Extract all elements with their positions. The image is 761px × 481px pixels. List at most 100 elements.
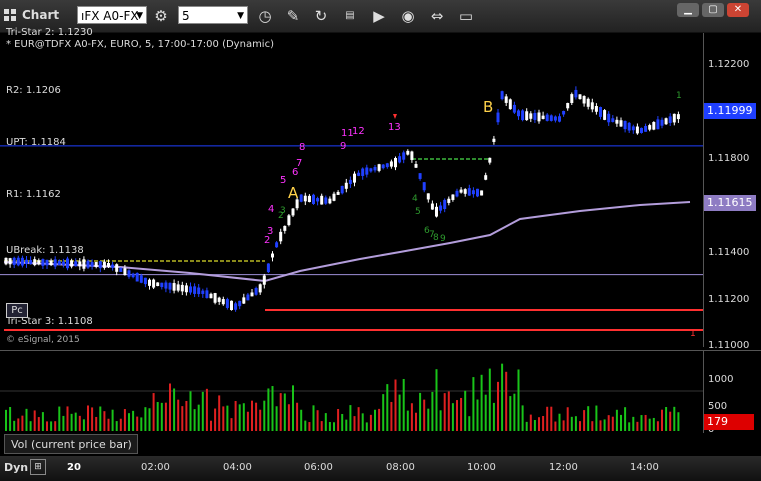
volume-bar [574,416,577,431]
volume-bar [492,402,495,431]
candle-body [635,126,639,134]
volume-bar [628,422,631,431]
volume-chart[interactable] [0,351,703,433]
volume-bar [525,421,528,431]
tag-icon[interactable]: ◉ [398,6,418,26]
candle-body [353,173,356,183]
volume-bar [103,411,106,431]
candle-body [492,138,496,142]
refresh-icon[interactable]: ↻ [311,6,331,26]
volume-bar [599,420,602,431]
td-count-marker: 8 [433,233,439,243]
symbol-combo[interactable]: ıFX A0-FX ▼ [77,6,147,24]
candle-body [541,115,545,119]
candle-body [61,261,65,265]
price-pane[interactable]: A B 2 3 4 5 6 7 8 9 11 12 13 2 3 4 5 6 7 8 9 1 1 [0,33,703,404]
candle-body [476,188,479,197]
candle-body [496,112,500,123]
vol-tick-label: 1000 [708,374,734,385]
candle-body [566,103,570,109]
interval-combo[interactable]: 5 ▼ [178,6,248,24]
y-tick-label: 1.11800 [708,153,750,164]
volume-bar [464,390,467,431]
time-tick-label: 20 [67,462,81,473]
candle-body [549,115,553,121]
volume-bar [669,411,672,431]
volume-bar [419,392,422,431]
volume-bar [652,417,655,431]
price-axis[interactable]: 1.12200 1.11800 1.11400 1.11200 1.11000 [703,33,761,351]
link-icon[interactable]: ⇔ [427,6,447,26]
volume-bar [37,417,40,431]
td-count-marker: 1 [690,329,696,339]
maximize-button[interactable]: ▢ [702,3,724,17]
volume-bar [505,371,508,431]
volume-bar [443,393,446,431]
time-tick-label: 10:00 [467,462,496,473]
draw-pencil-icon[interactable]: ✎ [283,6,303,26]
candle-body [45,259,49,266]
candle-body [90,262,94,267]
candle-body [570,94,574,103]
volume-bar [148,408,151,431]
volume-bar [107,418,110,431]
volume-bar [173,388,176,431]
volume-bar [296,402,299,431]
candle-body [459,189,463,193]
comment-icon[interactable]: ▭ [456,6,476,26]
moving-average-line [3,201,691,283]
candle-body [336,191,340,195]
candle-body [176,284,180,291]
candle-body [123,268,127,276]
volume-bar [13,420,16,431]
minimize-button[interactable]: ▁ [677,3,699,17]
volume-bar [263,400,266,431]
candle-body [37,260,41,265]
candle-body [225,299,229,308]
settings-gear-icon[interactable]: ⚙ [151,6,171,26]
volume-bar [242,403,245,431]
chevron-down-icon[interactable]: ▼ [237,7,244,25]
y-tick-label: 1.12200 [708,59,750,70]
candle-body [246,294,250,301]
time-mode-icon[interactable]: ⊞ [30,459,46,475]
time-tick-label: 08:00 [386,462,415,473]
chevron-down-icon[interactable]: ▼ [136,7,143,25]
y-tick-label: 1.11200 [708,294,750,305]
candle-body [189,286,192,293]
volume-bar [193,409,196,431]
candle-body [86,260,90,268]
volume-study-tab[interactable]: Vol (current price bar) [4,434,138,454]
volume-bar [218,395,221,431]
copyright-text: © eSignal, 2015 [6,335,80,345]
volume-bar [661,409,663,431]
gsi-icon[interactable]: ▤ [340,6,360,26]
td-count-marker: 12 [352,126,365,137]
price-chart[interactable]: AB2345678 91112 1323456 78 911 [0,33,703,404]
candle-body [361,168,365,176]
clock-icon[interactable]: ◷ [255,6,275,26]
volume-bar [328,422,331,431]
volume-bar [415,412,417,431]
volume-bar [132,410,135,431]
volume-bar [341,413,344,431]
td-count-marker: 1 [676,91,682,101]
volume-bar [156,402,159,431]
play-icon[interactable]: ▶ [369,6,389,26]
volume-bar [476,399,479,431]
close-button[interactable]: ✕ [727,3,749,17]
volume-bar [529,414,532,431]
candle-body [25,259,28,264]
volume-bar [554,421,557,431]
candle-body [139,275,143,283]
volume-pane[interactable] [0,350,703,433]
last-price-box: 1.11999 [704,103,756,119]
candle-body [164,282,168,289]
time-mode-label[interactable]: Dyn [4,461,28,474]
volume-bar [382,394,385,431]
pc-badge[interactable]: Pc [6,303,28,318]
time-axis[interactable]: Dyn ⊞ 20 02:00 04:00 06:00 08:00 10:00 1… [0,456,761,481]
volume-bar [607,415,610,431]
candle-body [348,179,352,185]
candle-body [184,285,188,293]
